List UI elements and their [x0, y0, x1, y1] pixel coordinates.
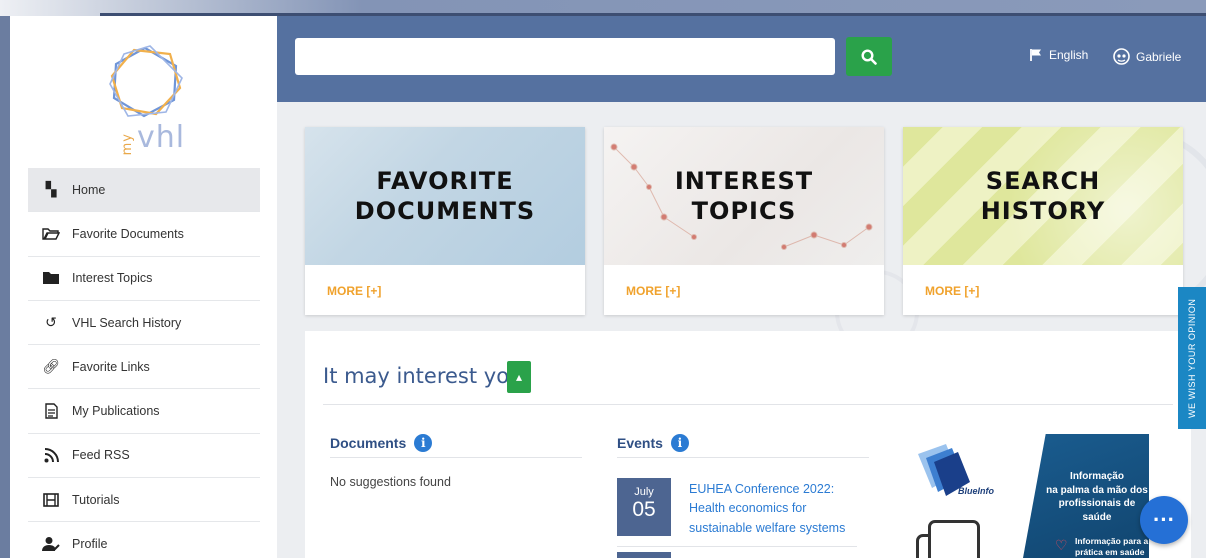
info-icon[interactable]: i: [670, 434, 689, 452]
banner-text-panel: Informação na palma da mão dos profissio…: [1023, 434, 1149, 558]
sidebar-item-label: Feed RSS: [72, 448, 130, 463]
logo-mark-icon: [109, 45, 183, 118]
card-title: FAVORITE DOCUMENTS: [354, 167, 536, 225]
user-avatar-icon: [1113, 48, 1130, 65]
event-link[interactable]: EUHEA Conference 2022: Health economics …: [689, 480, 859, 538]
browser-top-strip: [0, 0, 1206, 16]
sidebar-item-label: Profile: [72, 537, 108, 552]
sidebar-item-label: Favorite Documents: [72, 226, 184, 241]
ellipsis-icon: ···: [1153, 507, 1175, 532]
blueinfo-banner[interactable]: BlueInfo Informação na palma da mão dos …: [908, 434, 1164, 558]
event-month: July: [634, 486, 654, 498]
sidebar-menu: ▚ Home Favorite Documents Interest Topic…: [28, 168, 260, 558]
card-more-link[interactable]: MORE [+]: [327, 284, 381, 298]
sidebar-item-favorite-links[interactable]: 🔗︎ Favorite Links: [28, 345, 260, 390]
phone-icon: [928, 520, 980, 558]
sidebar-item-label: Tutorials: [72, 492, 120, 507]
event-day: 05: [632, 498, 656, 521]
card-more-link[interactable]: MORE [+]: [925, 284, 979, 298]
interest-panel: It may interest you ▴ Documents i No sug…: [305, 331, 1191, 558]
folder-open-icon: [40, 227, 62, 241]
sidebar-item-vhl-search-history[interactable]: ↺ VHL Search History: [28, 301, 260, 346]
divider: [617, 457, 869, 458]
card-image: INTEREST TOPICS: [604, 127, 884, 265]
sidebar-item-feed-rss[interactable]: Feed RSS: [28, 434, 260, 479]
collapse-toggle-button[interactable]: ▴: [507, 361, 531, 393]
logo-text: myvhl: [120, 120, 186, 155]
sidebar-item-favorite-documents[interactable]: Favorite Documents: [28, 212, 260, 257]
interest-heading: It may interest you: [323, 364, 523, 388]
top-header: English Gabriele: [277, 16, 1206, 102]
sidebar-item-interest-topics[interactable]: Interest Topics: [28, 257, 260, 301]
search-input[interactable]: [295, 38, 835, 75]
sidebar-item-label: VHL Search History: [72, 315, 182, 330]
blueinfo-brand: BlueInfo: [958, 486, 994, 496]
document-icon: [40, 403, 62, 419]
card-search-history[interactable]: SEARCH HISTORY MORE [+]: [903, 127, 1183, 315]
event-date-badge: July 05: [617, 478, 671, 536]
sidebar-item-tutorials[interactable]: Tutorials: [28, 478, 260, 523]
info-icon[interactable]: i: [414, 434, 433, 452]
card-image: SEARCH HISTORY: [903, 127, 1183, 265]
language-selector[interactable]: English: [1029, 48, 1088, 62]
card-title: INTEREST TOPICS: [674, 167, 814, 225]
search-icon: [861, 48, 877, 65]
divider: [617, 546, 857, 547]
feedback-side-tab[interactable]: WE WISH YOUR OPINION: [1178, 287, 1206, 429]
film-icon: [40, 492, 62, 507]
banner-subtext: ♡ Informação para a prática em saúde: [1055, 536, 1149, 558]
sidebar-item-my-publications[interactable]: My Publications: [28, 389, 260, 434]
events-heading: Events i: [617, 434, 689, 452]
myvhl-logo[interactable]: myvhl: [100, 40, 190, 155]
home-icon: ▚: [45, 181, 57, 198]
sidebar-item-label: Interest Topics: [72, 271, 153, 286]
rss-icon: [40, 447, 62, 463]
folder-icon: [40, 271, 62, 285]
documents-heading: Documents i: [330, 434, 433, 452]
sidebar-item-label: My Publications: [72, 404, 160, 419]
sidebar-item-home[interactable]: ▚ Home: [28, 168, 260, 213]
sidebar: myvhl ▚ Home Favorite Documents Interest…: [10, 16, 277, 558]
divider: [330, 457, 582, 458]
card-interest-topics[interactable]: INTEREST TOPICS MORE [+]: [604, 127, 884, 315]
link-icon: 🔗︎: [42, 358, 60, 375]
search-button[interactable]: [846, 37, 892, 76]
user-edit-icon: [40, 536, 62, 552]
sidebar-item-label: Favorite Links: [72, 359, 150, 374]
history-icon: ↺: [45, 314, 57, 331]
event-date-badge: [617, 552, 671, 558]
heart-icon: ♡: [1055, 537, 1068, 553]
sidebar-item-label: Home: [72, 182, 106, 197]
user-name: Gabriele: [1136, 49, 1182, 64]
app-frame: myvhl ▚ Home Favorite Documents Interest…: [10, 16, 1206, 558]
chevron-up-icon: ▴: [515, 370, 523, 384]
card-image: FAVORITE DOCUMENTS: [305, 127, 585, 265]
card-favorite-documents[interactable]: FAVORITE DOCUMENTS MORE [+]: [305, 127, 585, 315]
language-label: English: [1049, 48, 1089, 62]
divider: [323, 404, 1173, 405]
card-more-link[interactable]: MORE [+]: [626, 284, 680, 298]
user-menu[interactable]: Gabriele: [1113, 48, 1181, 65]
card-title: SEARCH HISTORY: [980, 167, 1106, 225]
sidebar-item-profile[interactable]: Profile: [28, 522, 260, 558]
flag-icon: [1030, 49, 1041, 61]
chat-button[interactable]: ···: [1140, 496, 1188, 544]
no-suggestions-text: No suggestions found: [330, 475, 451, 489]
